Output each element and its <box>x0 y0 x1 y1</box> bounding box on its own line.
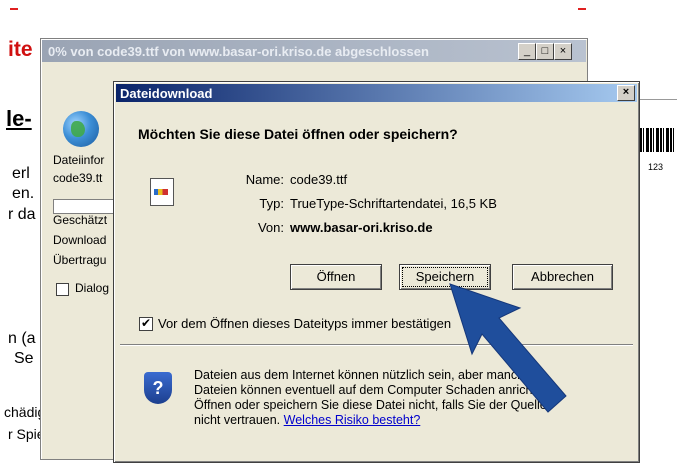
pointer-arrow-shape <box>449 283 567 413</box>
pointer-arrow <box>449 283 567 413</box>
